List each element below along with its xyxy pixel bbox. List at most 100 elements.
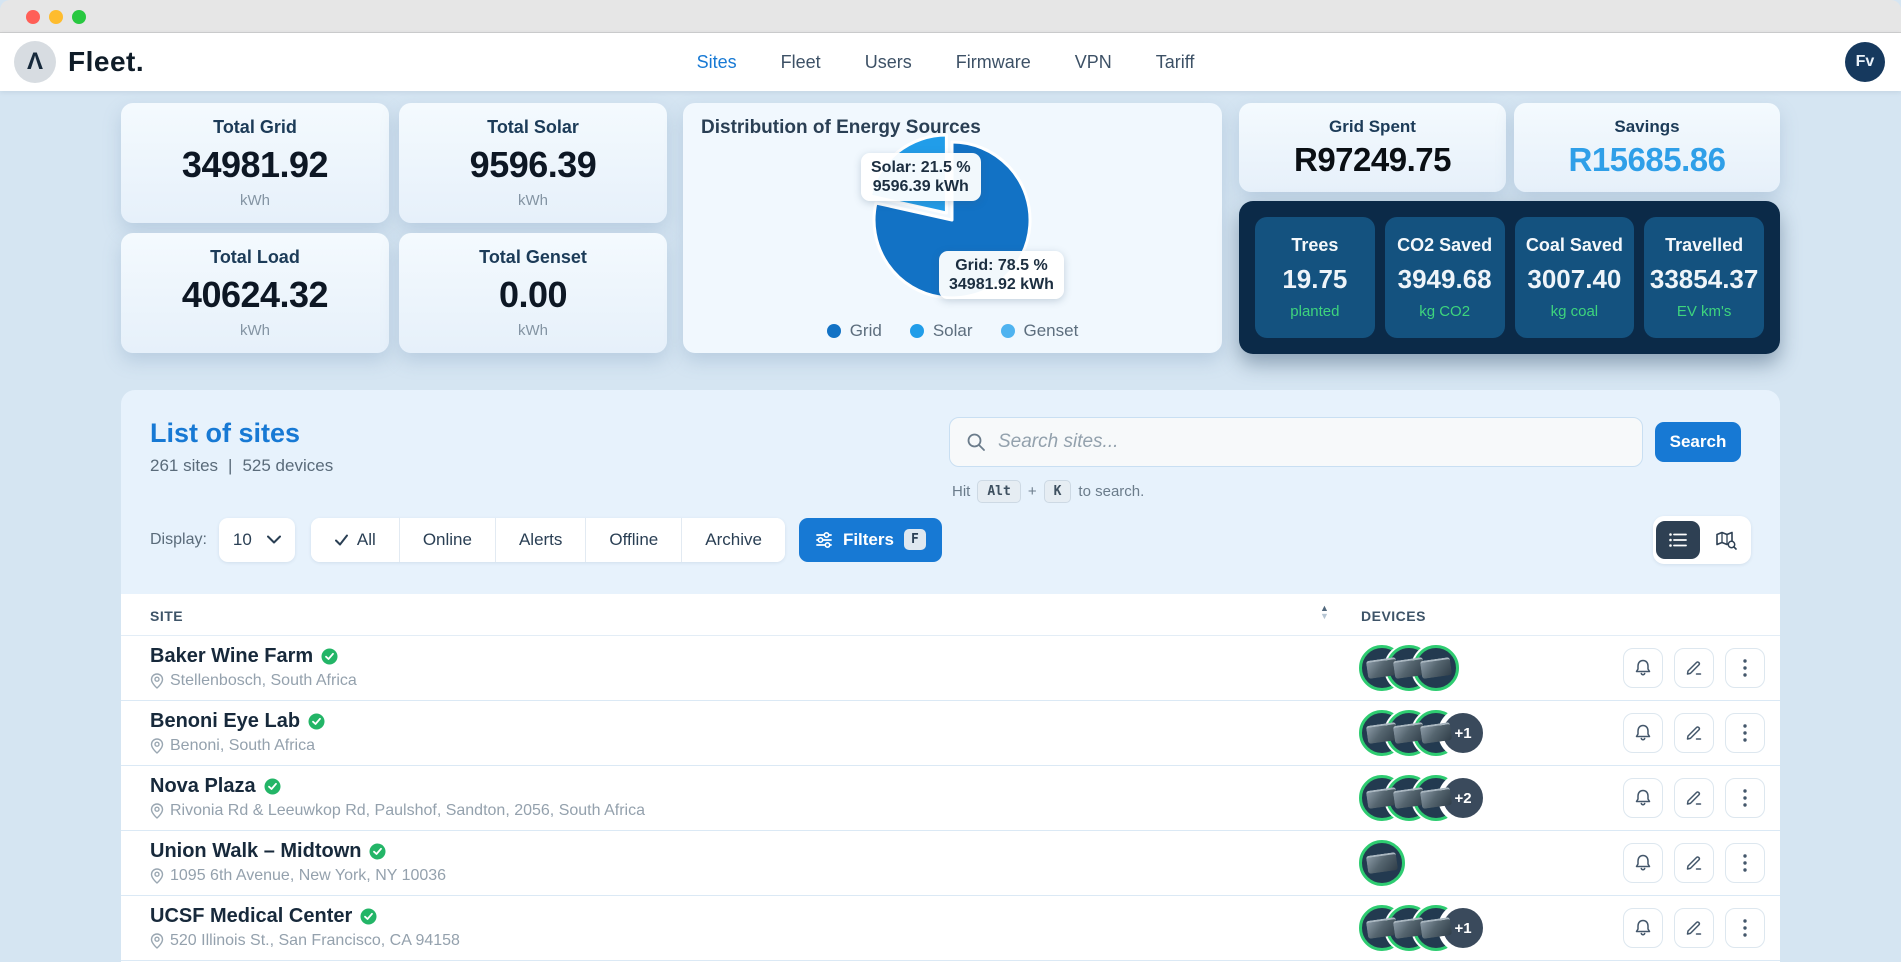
table-row[interactable]: UCSF Medical Center 520 Illinois St., Sa…	[121, 896, 1780, 961]
edit-button[interactable]	[1674, 648, 1714, 688]
user-avatar[interactable]: Fv	[1845, 42, 1885, 82]
pie-legend: Grid Solar Genset	[683, 321, 1222, 341]
nav-item-users[interactable]: Users	[865, 52, 912, 73]
alerts-bell-button[interactable]	[1623, 778, 1663, 818]
hint-plus: +	[1028, 483, 1037, 500]
alerts-bell-button[interactable]	[1623, 648, 1663, 688]
site-name[interactable]: Benoni Eye Lab	[150, 710, 300, 733]
site-name[interactable]: Union Walk – Midtown	[150, 840, 361, 863]
map-view-button[interactable]	[1704, 521, 1748, 559]
grid-spent-value: R97249.75	[1294, 141, 1451, 179]
alerts-bell-button[interactable]	[1623, 908, 1663, 948]
location-pin-icon	[150, 868, 164, 884]
site-name[interactable]: UCSF Medical Center	[150, 905, 352, 928]
sites-table: SITE ▲ ▼ DEVICES Baker Wine Farm	[121, 594, 1780, 962]
location-pin-icon	[150, 738, 164, 754]
row-actions	[1623, 778, 1765, 818]
window-close-button[interactable]	[26, 10, 40, 24]
eco-title: CO2 Saved	[1397, 235, 1492, 256]
edit-button[interactable]	[1674, 713, 1714, 753]
window-zoom-button[interactable]	[72, 10, 86, 24]
table-row[interactable]: Benoni Eye Lab Benoni, South Africa +1	[121, 701, 1780, 766]
sites-panel-title: List of sites	[150, 418, 300, 449]
filter-tab-label: Offline	[609, 530, 658, 550]
site-cell: Baker Wine Farm Stellenbosch, South Afri…	[150, 645, 357, 690]
site-name[interactable]: Nova Plaza	[150, 775, 256, 798]
filter-tab-offline[interactable]: Offline	[586, 518, 682, 562]
window-minimize-button[interactable]	[49, 10, 63, 24]
brand[interactable]: Λ Fleet.	[14, 41, 144, 83]
sort-desc-arrow: ▼	[1320, 612, 1329, 620]
search-hint: Hit Alt + K to search.	[952, 480, 1144, 503]
filter-tab-online[interactable]: Online	[400, 518, 496, 562]
filters-button[interactable]: Filters F	[799, 518, 942, 562]
grid-spent-title: Grid Spent	[1329, 117, 1416, 137]
nav-item-fleet[interactable]: Fleet	[781, 52, 821, 73]
filter-tab-label: Online	[423, 530, 472, 550]
nav-item-firmware[interactable]: Firmware	[956, 52, 1031, 73]
row-actions	[1623, 843, 1765, 883]
list-view-button[interactable]	[1656, 521, 1700, 559]
search-input[interactable]	[998, 431, 1626, 453]
nav-item-vpn[interactable]: VPN	[1075, 52, 1112, 73]
stat-title: Total Grid	[213, 117, 297, 138]
more-options-button[interactable]	[1725, 713, 1765, 753]
edit-button[interactable]	[1674, 843, 1714, 883]
search-button[interactable]: Search	[1655, 422, 1741, 462]
edit-button[interactable]	[1674, 908, 1714, 948]
list-icon	[1668, 532, 1688, 548]
site-cell: UCSF Medical Center 520 Illinois St., Sa…	[150, 905, 460, 950]
site-address: Benoni, South Africa	[170, 737, 315, 755]
kebab-menu-icon	[1742, 853, 1748, 873]
table-row[interactable]: Baker Wine Farm Stellenbosch, South Afri…	[121, 636, 1780, 701]
site-address: 1095 6th Avenue, New York, NY 10036	[170, 867, 446, 885]
stat-value: 34981.92	[182, 144, 328, 186]
filter-tab-label: Alerts	[519, 530, 562, 550]
eco-value: 33854.37	[1650, 264, 1758, 295]
legend-item-genset[interactable]: Genset	[1001, 321, 1079, 341]
legend-item-solar[interactable]: Solar	[910, 321, 973, 341]
search-row: Search	[949, 417, 1741, 467]
row-actions	[1623, 713, 1765, 753]
display-count-select[interactable]: 10	[219, 518, 295, 562]
device-avatar[interactable]	[1359, 840, 1405, 886]
sort-icon[interactable]: ▲ ▼	[1320, 604, 1329, 620]
alerts-bell-button[interactable]	[1623, 843, 1663, 883]
table-row[interactable]: Union Walk – Midtown 1095 6th Avenue, Ne…	[121, 831, 1780, 896]
table-row[interactable]: Nova Plaza Rivonia Rd & Leeuwkop Rd, Pau…	[121, 766, 1780, 831]
stats-grid: Total Grid 34981.92 kWh Total Solar 9596…	[121, 103, 667, 353]
more-options-button[interactable]	[1725, 778, 1765, 818]
edit-button[interactable]	[1674, 778, 1714, 818]
nav-links: Sites Fleet Users Firmware VPN Tariff	[697, 52, 1195, 73]
filter-tab-archive[interactable]: Archive	[682, 518, 785, 562]
hint-prefix: Hit	[952, 483, 970, 500]
row-actions	[1623, 648, 1765, 688]
eco-unit: EV km's	[1677, 303, 1732, 320]
pie-label-solar-percent: Solar: 21.5 %	[871, 158, 971, 177]
alerts-bell-button[interactable]	[1623, 713, 1663, 753]
more-options-button[interactable]	[1725, 648, 1765, 688]
stat-value: 40624.32	[182, 274, 328, 316]
legend-item-grid[interactable]: Grid	[827, 321, 882, 341]
site-name[interactable]: Baker Wine Farm	[150, 645, 313, 668]
search-box[interactable]	[949, 417, 1643, 467]
row-actions	[1623, 908, 1765, 948]
savings-value: R15685.86	[1569, 141, 1726, 179]
pie-label-grid-percent: Grid: 78.5 %	[949, 256, 1054, 275]
nav-item-sites[interactable]: Sites	[697, 52, 737, 73]
grid-spent-card: Grid Spent R97249.75	[1239, 103, 1506, 192]
eco-title: Travelled	[1665, 235, 1743, 256]
filter-tab-all[interactable]: All	[311, 518, 400, 562]
more-options-button[interactable]	[1725, 843, 1765, 883]
location-pin-icon	[150, 673, 164, 689]
column-header-devices[interactable]: DEVICES	[1361, 608, 1426, 624]
brand-logo-icon: Λ	[14, 41, 56, 83]
energy-distribution-card: Distribution of Energy Sources Solar: 21…	[683, 103, 1222, 353]
nav-item-tariff[interactable]: Tariff	[1156, 52, 1195, 73]
bell-icon	[1633, 723, 1653, 743]
column-header-site[interactable]: SITE	[150, 608, 183, 624]
filter-tab-alerts[interactable]: Alerts	[496, 518, 586, 562]
more-options-button[interactable]	[1725, 908, 1765, 948]
brand-name: Fleet.	[68, 46, 144, 78]
device-avatar[interactable]	[1413, 645, 1459, 691]
